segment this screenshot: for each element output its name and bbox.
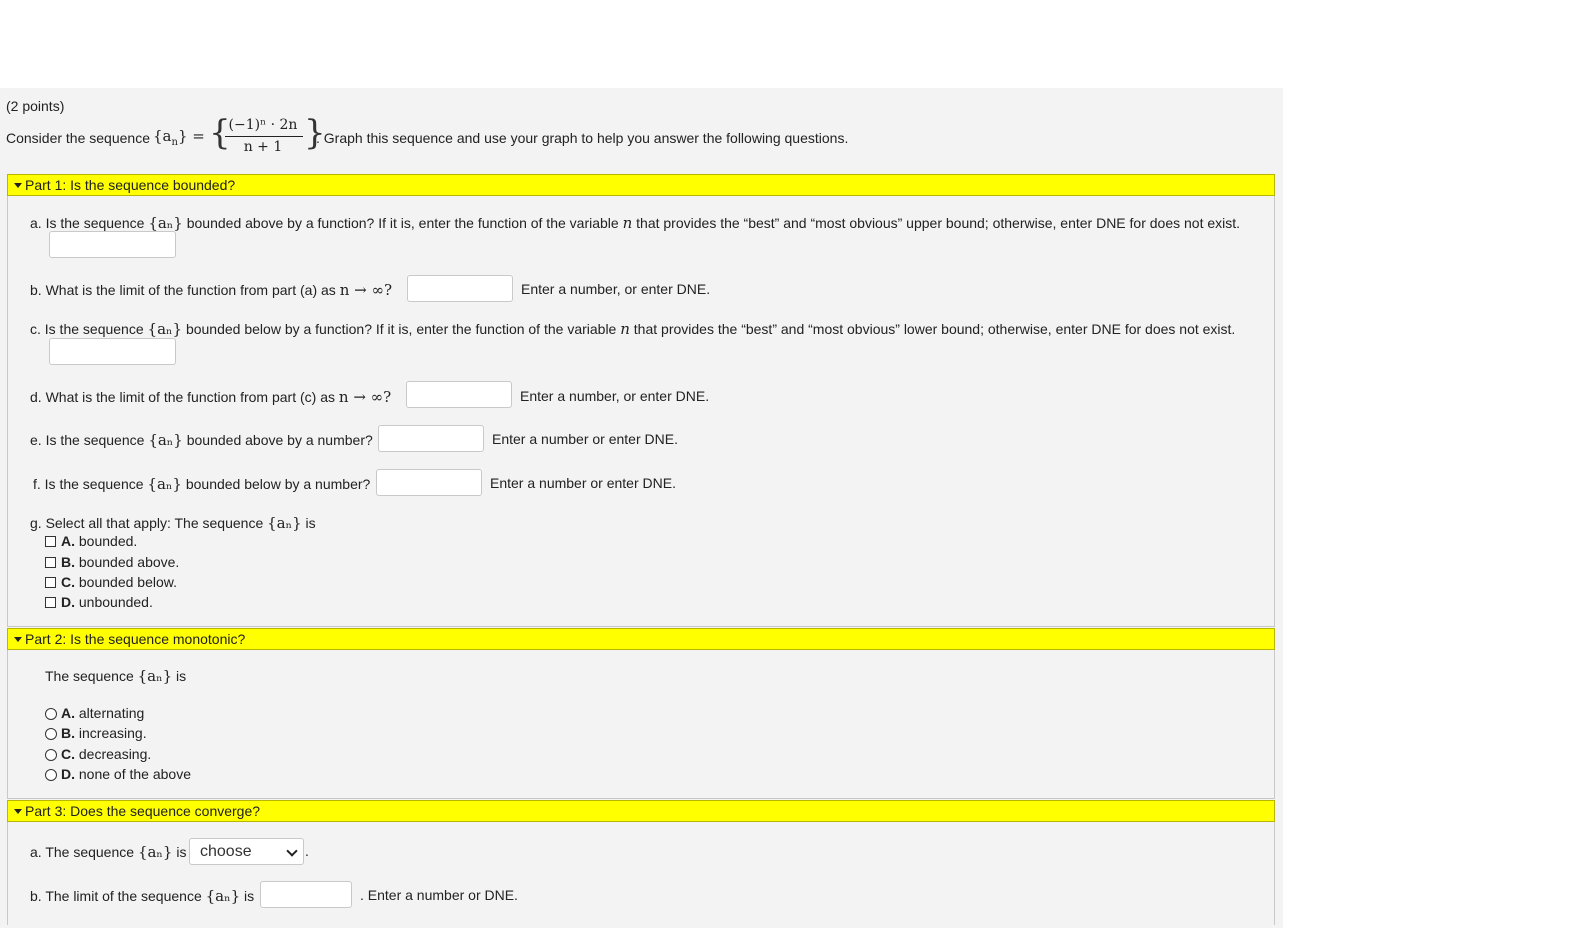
convergence-select[interactable]: choose: [189, 838, 304, 865]
sequence-limit-input[interactable]: [260, 881, 352, 908]
part2-header[interactable]: Part 2: Is the sequence monotonic?: [7, 628, 1275, 650]
part2-body: [7, 650, 1275, 799]
radio-a-label: A. alternating: [61, 705, 145, 721]
checkbox-b[interactable]: [45, 557, 56, 568]
points-label: (2 points): [6, 98, 65, 114]
intro-suffix: . Graph this sequence and use your graph…: [316, 130, 849, 146]
part1-f-hint: Enter a number or enter DNE.: [490, 475, 676, 491]
chevron-down-icon: [286, 845, 298, 857]
part1-header[interactable]: Part 1: Is the sequence bounded?: [7, 174, 1275, 196]
part1-c-question: c. Is the sequence {aₙ} bounded below by…: [30, 320, 1236, 338]
radio-c[interactable]: [45, 749, 57, 761]
select-period: .: [305, 843, 309, 859]
part1-g-question: g. Select all that apply: The sequence {…: [30, 514, 316, 532]
radio-b-label: B. increasing.: [61, 725, 147, 741]
radio-a[interactable]: [45, 708, 57, 720]
part1-f-question: f. Is the sequence {aₙ} bounded below by…: [33, 475, 371, 493]
part3-b-hint: . Enter a number or DNE.: [360, 887, 518, 903]
part1-b-hint: Enter a number, or enter DNE.: [521, 281, 711, 297]
checkbox-d-label: D. unbounded.: [61, 594, 153, 610]
checkbox-a[interactable]: [45, 536, 56, 547]
part1-e-question: e. Is the sequence {aₙ} bounded above by…: [30, 431, 373, 449]
checkbox-d[interactable]: [45, 597, 56, 608]
part2-question: The sequence {aₙ} is: [45, 667, 187, 685]
intro-sequence: {an} =: [153, 127, 205, 148]
lower-bound-limit-input[interactable]: [406, 381, 512, 408]
radio-d-label: D. none of the above: [61, 766, 191, 782]
formula-numerator: (−1)ⁿ · 2n: [228, 117, 298, 133]
collapse-caret-icon: [14, 809, 22, 814]
fraction-bar: [225, 136, 303, 137]
part2-title: Part 2: Is the sequence monotonic?: [25, 631, 246, 647]
part3-header[interactable]: Part 3: Does the sequence converge?: [7, 800, 1275, 822]
lower-number-input[interactable]: [376, 469, 482, 496]
part1-title: Part 1: Is the sequence bounded?: [25, 177, 236, 193]
sequence-formula: { (−1)ⁿ · 2n n + 1 }: [209, 113, 326, 161]
part1-b-question: b. What is the limit of the function fro…: [30, 281, 392, 299]
part1-e-hint: Enter a number or enter DNE.: [492, 431, 678, 447]
collapse-caret-icon: [14, 183, 22, 188]
radio-c-label: C. decreasing.: [61, 746, 152, 762]
part3-b-question: b. The limit of the sequence {aₙ} is: [30, 887, 255, 905]
checkbox-a-label: A. bounded.: [61, 533, 138, 549]
lower-bound-function-input[interactable]: [49, 338, 176, 365]
part3-a-question: a. The sequence {aₙ} is: [30, 843, 187, 861]
checkbox-b-label: B. bounded above.: [61, 554, 180, 570]
part1-d-question: d. What is the limit of the function fro…: [30, 388, 392, 406]
part1-d-hint: Enter a number, or enter DNE.: [520, 388, 710, 404]
radio-b[interactable]: [45, 728, 57, 740]
radio-d[interactable]: [45, 769, 57, 781]
formula-denominator: n + 1: [243, 139, 283, 155]
checkbox-c-label: C. bounded below.: [61, 574, 177, 590]
checkbox-c[interactable]: [45, 577, 56, 588]
upper-bound-function-input[interactable]: [49, 231, 176, 258]
upper-number-input[interactable]: [378, 425, 484, 452]
intro-prefix: Consider the sequence: [6, 130, 150, 146]
part1-body: [7, 196, 1275, 627]
part3-title: Part 3: Does the sequence converge?: [25, 803, 261, 819]
collapse-caret-icon: [14, 637, 22, 642]
upper-bound-limit-input[interactable]: [407, 275, 513, 302]
part1-a-question: a. Is the sequence {aₙ} bounded above by…: [30, 214, 1241, 232]
